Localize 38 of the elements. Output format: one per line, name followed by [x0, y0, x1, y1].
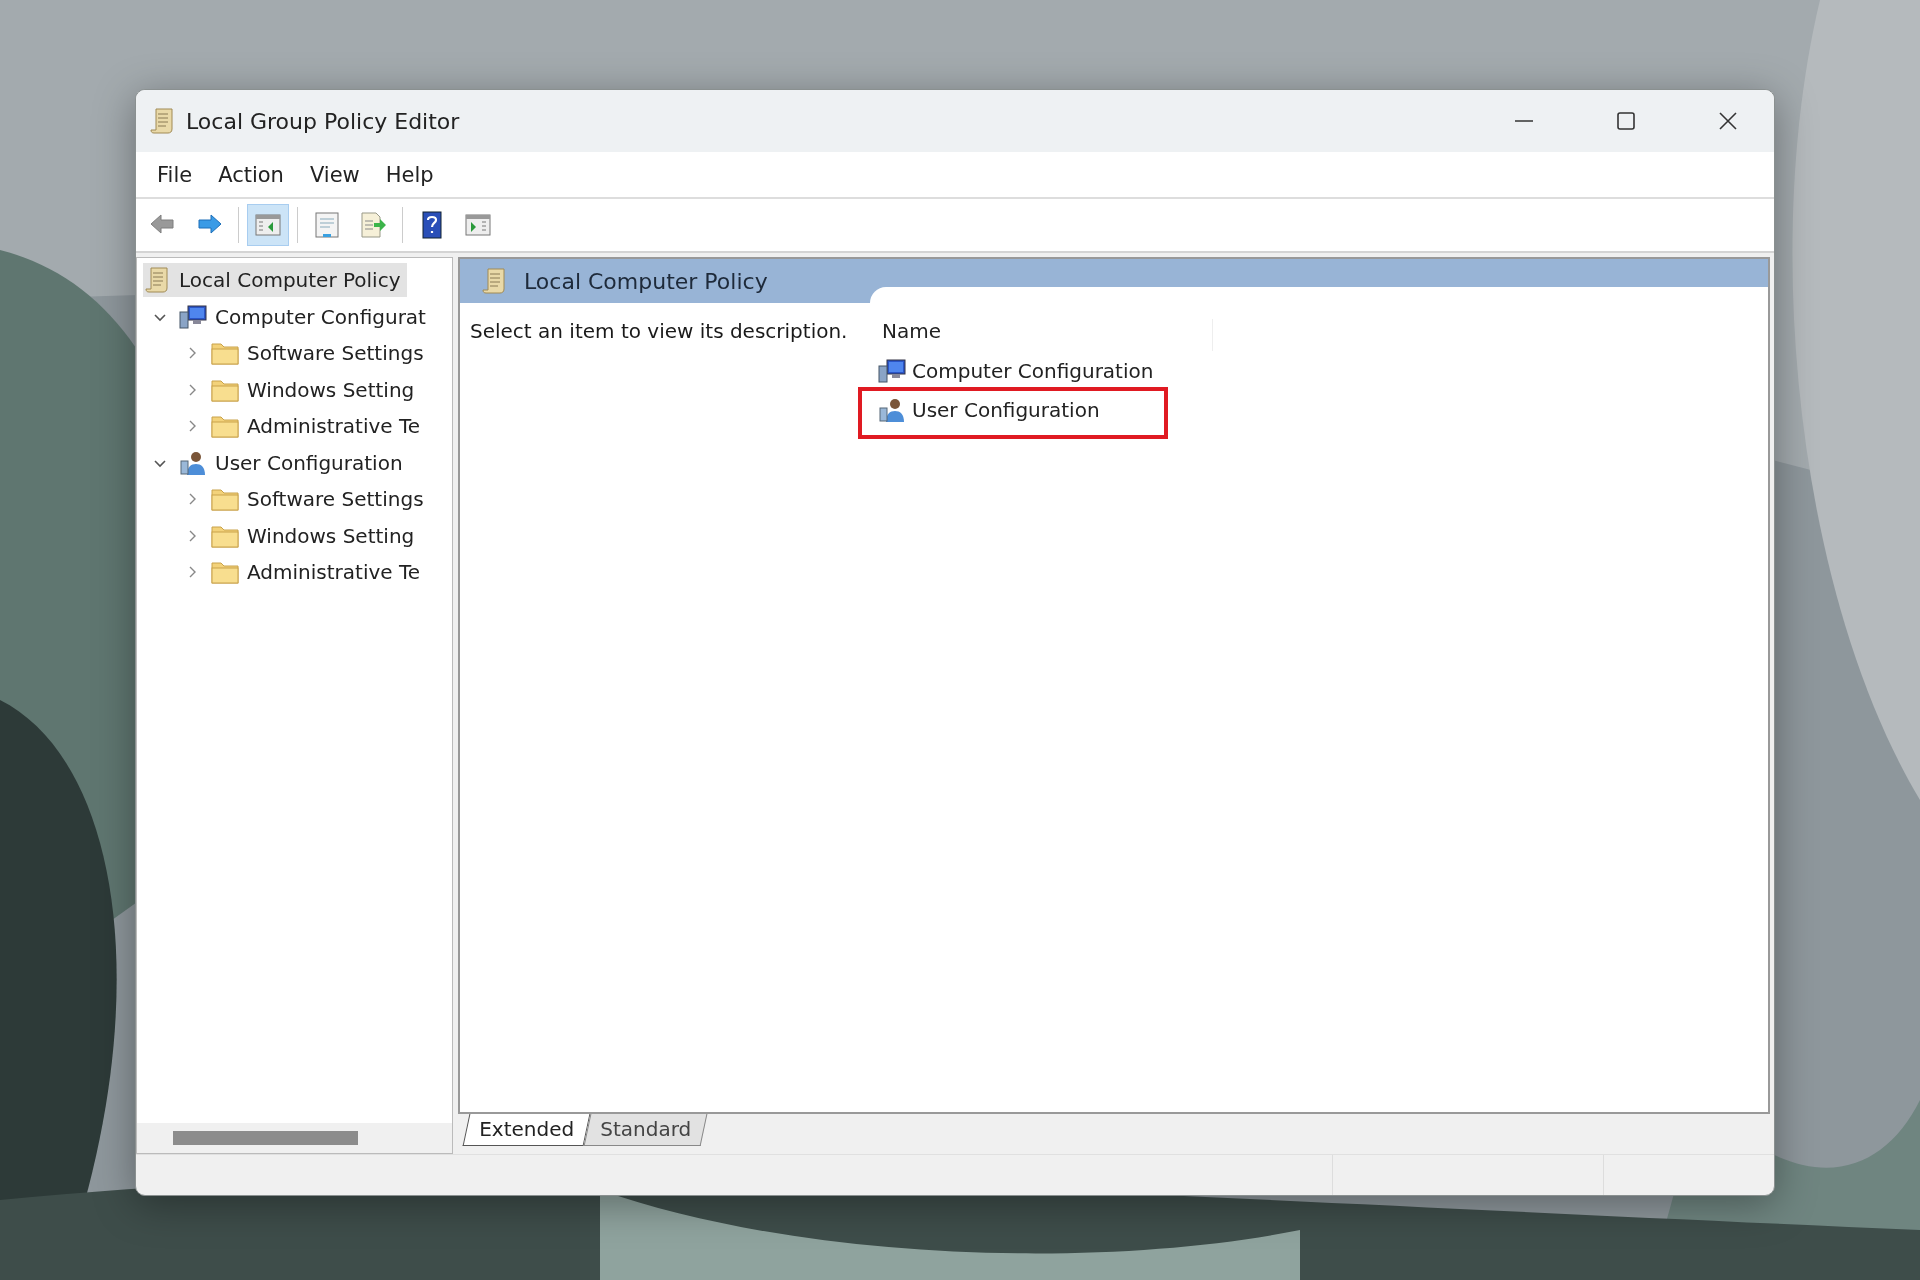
view-tab[interactable]: Extended [462, 1114, 591, 1146]
tree-item[interactable]: Software Settings [209, 482, 430, 517]
computer-icon [179, 303, 207, 330]
minimize-icon [1514, 120, 1534, 122]
properties-icon [312, 210, 342, 240]
tree-item[interactable]: Windows Setting [209, 518, 421, 553]
close-icon [1718, 111, 1738, 131]
list-item[interactable]: User Configuration [870, 390, 1108, 429]
folder-icon [211, 487, 239, 512]
tree-item[interactable]: Computer Configurat [177, 299, 432, 334]
folder-icon [211, 414, 239, 439]
window-title: Local Group Policy Editor [186, 108, 461, 134]
app-icon [150, 107, 176, 135]
tree-item[interactable]: Local Computer Policy [143, 263, 407, 298]
description-text: Select an item to view its description. [469, 319, 849, 345]
menu-item[interactable]: View [298, 158, 371, 191]
scroll-icon [482, 267, 508, 295]
tree-item[interactable]: Windows Setting [209, 372, 421, 407]
column-header[interactable]: Name [870, 319, 1213, 351]
folder-icon [211, 523, 239, 548]
tree-item[interactable]: Software Settings [209, 336, 430, 371]
scroll-icon [145, 266, 171, 295]
list-item[interactable]: Computer Configuration [870, 351, 1162, 390]
folder-icon [211, 341, 239, 366]
pane-title: Local Computer Policy [524, 268, 768, 294]
view-tab[interactable]: Standard [583, 1114, 708, 1146]
scrollbar-thumb[interactable] [173, 1131, 358, 1145]
tree-item[interactable]: Administrative Te [209, 409, 427, 444]
menu-item[interactable]: Action [207, 158, 295, 191]
export-list-icon [358, 210, 388, 240]
folder-icon [211, 377, 239, 402]
maximize-icon [1616, 111, 1636, 131]
tree-item[interactable]: Administrative Te [209, 555, 427, 590]
menu-item[interactable]: Help [374, 158, 445, 191]
computer-icon [878, 357, 906, 384]
menu-item[interactable]: File [146, 158, 204, 191]
tree-item[interactable]: User Configuration [177, 445, 409, 480]
folder-icon [211, 560, 239, 585]
